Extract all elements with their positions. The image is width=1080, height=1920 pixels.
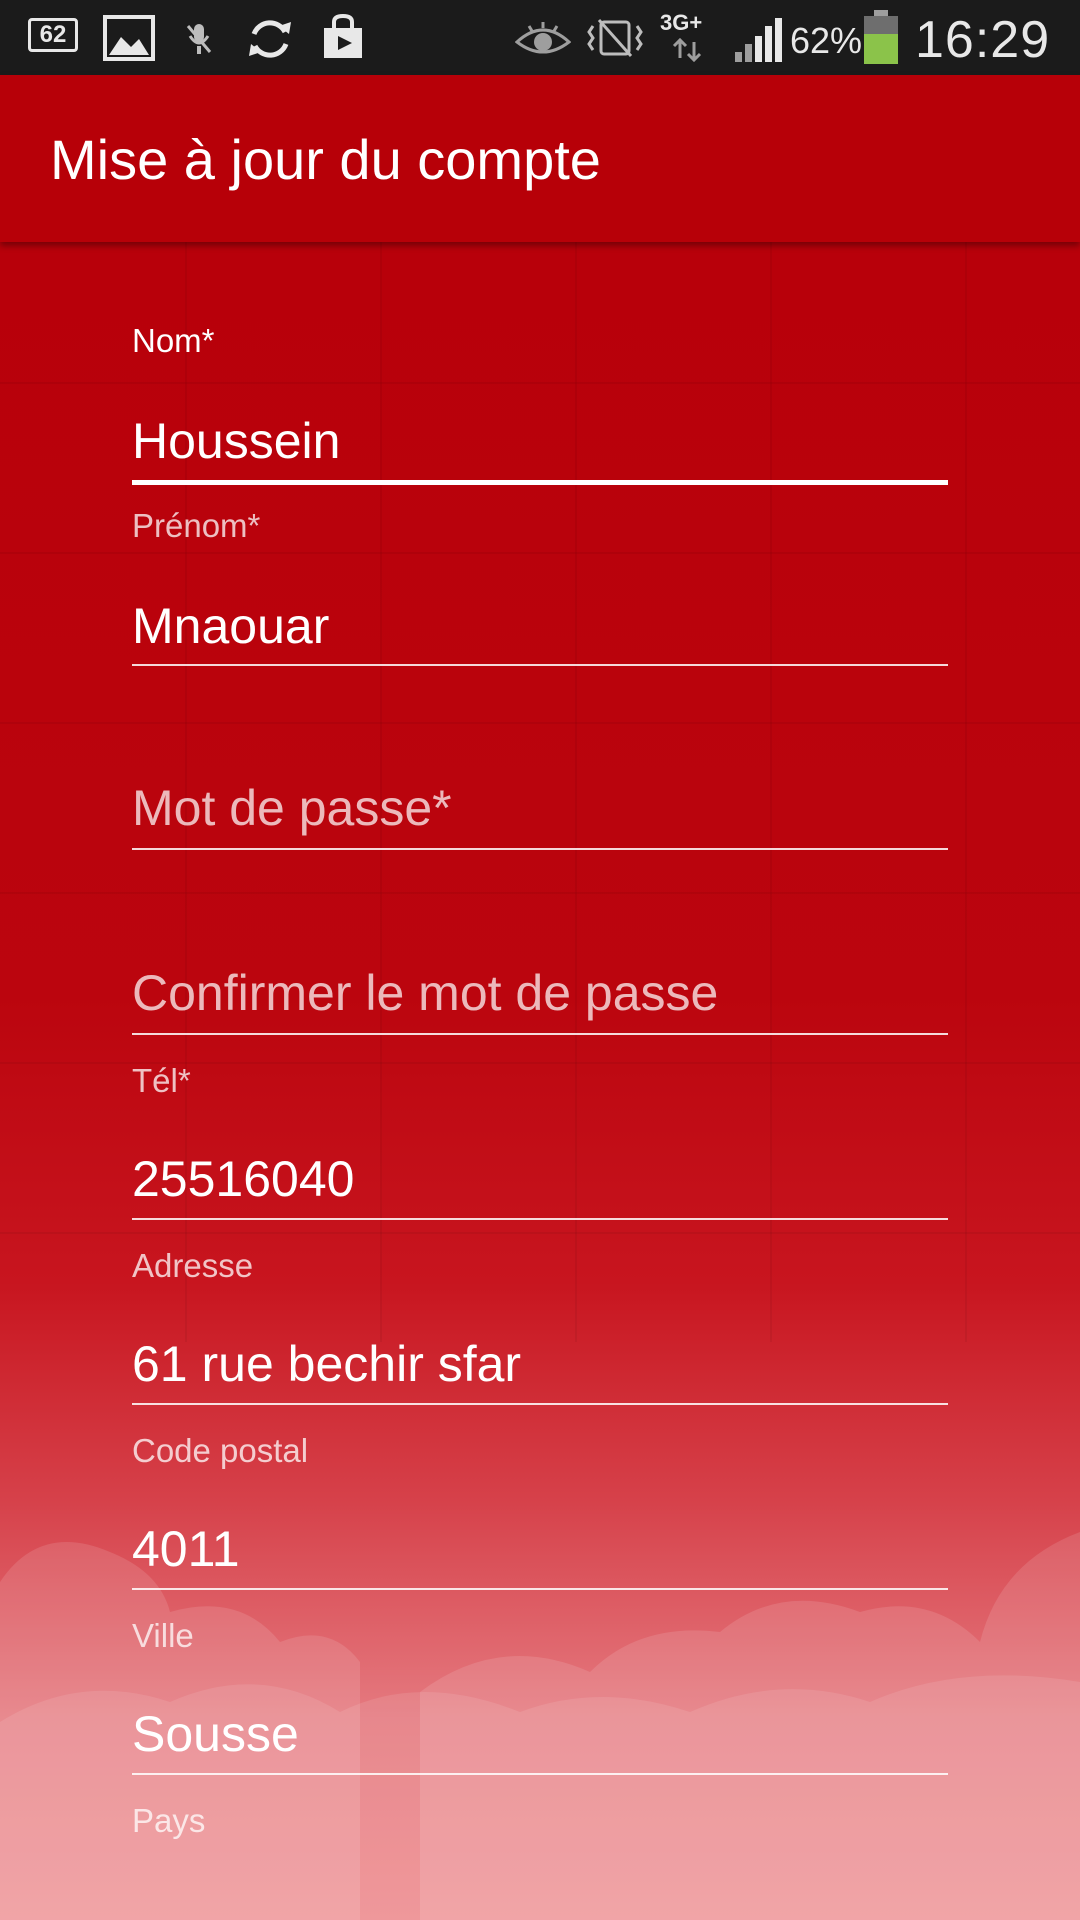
adresse-input[interactable]: 61 rue bechir sfar: [132, 1335, 521, 1393]
gallery-icon: [103, 15, 155, 61]
sync-icon: [249, 20, 291, 58]
ville-input[interactable]: Sousse: [132, 1705, 299, 1763]
mic-off-icon: [186, 24, 212, 54]
page-title: Mise à jour du compte: [50, 128, 601, 191]
battery-icon: [864, 10, 898, 64]
code-postal-label: Code postal: [132, 1432, 309, 1469]
password-underline: [132, 848, 948, 850]
clock: 16:29: [915, 11, 1051, 69]
action-bar: Mise à jour du compte: [0, 75, 1080, 242]
nom-input[interactable]: Houssein: [132, 412, 340, 470]
prenom-label: Prénom*: [132, 507, 261, 544]
prenom-input[interactable]: Mnaouar: [132, 597, 329, 655]
store-bag-icon: [324, 14, 362, 58]
prenom-underline: [132, 664, 948, 666]
nom-label: Nom*: [132, 322, 215, 359]
nom-underline: [132, 480, 948, 485]
eye-icon: [515, 22, 571, 54]
password-input[interactable]: Mot de passe*: [132, 779, 452, 837]
ville-underline: [132, 1773, 948, 1775]
battery-percent: 62%: [790, 20, 863, 61]
code-postal-underline: [132, 1588, 948, 1590]
tel-input[interactable]: 25516040: [132, 1150, 354, 1208]
signal-icon: [735, 18, 782, 62]
tel-underline: [132, 1218, 948, 1220]
pays-label: Pays: [132, 1802, 206, 1839]
ville-label: Ville: [132, 1617, 194, 1654]
tel-label: Tél*: [132, 1062, 191, 1099]
status-bar: 62 3G+ 62% 16:29: [0, 0, 1080, 75]
network-type: 3G+: [660, 10, 703, 35]
notification-count-icon: 62: [28, 18, 78, 52]
adresse-underline: [132, 1403, 948, 1405]
confirm-password-underline: [132, 1033, 948, 1035]
confirm-password-input[interactable]: Confirmer le mot de passe: [132, 964, 718, 1022]
nfc-vibrate-icon: [587, 19, 643, 57]
code-postal-input[interactable]: 4011: [132, 1520, 240, 1578]
adresse-label: Adresse: [132, 1247, 254, 1284]
network-3g-icon: [672, 38, 702, 62]
